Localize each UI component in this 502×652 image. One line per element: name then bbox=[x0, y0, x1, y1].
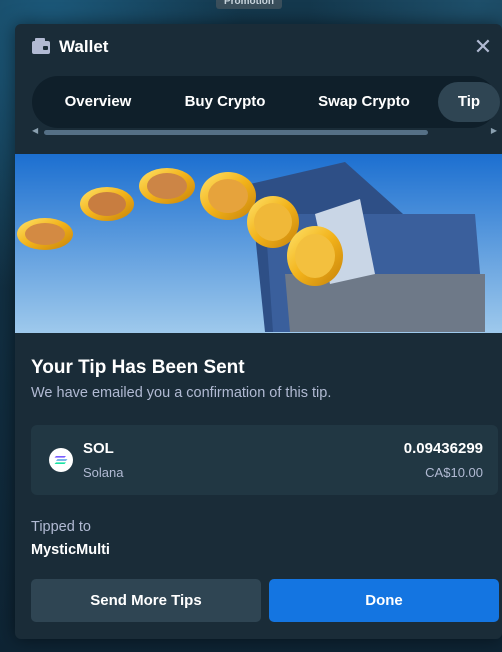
tipped-to-label: Tipped to bbox=[31, 519, 91, 535]
scroll-right-icon[interactable]: ▶ bbox=[491, 126, 497, 135]
promotion-tag: Promotion bbox=[216, 0, 282, 9]
currency-symbol: SOL bbox=[83, 440, 114, 457]
send-more-tips-button[interactable]: Send More Tips bbox=[31, 579, 261, 622]
done-button[interactable]: Done bbox=[269, 579, 499, 622]
tab-swap-crypto[interactable]: Swap Crypto bbox=[294, 82, 434, 122]
tab-buy-crypto[interactable]: Buy Crypto bbox=[162, 82, 288, 122]
scrollbar-thumb[interactable] bbox=[44, 130, 428, 135]
wallet-modal: Wallet ✕ Overview Buy Crypto Swap Crypto… bbox=[15, 24, 502, 639]
close-icon[interactable]: ✕ bbox=[472, 36, 494, 58]
recipient-name: MysticMulti bbox=[31, 542, 110, 558]
modal-header: Wallet ✕ bbox=[15, 24, 502, 70]
solana-icon bbox=[49, 448, 73, 472]
tab-tip[interactable]: Tip bbox=[438, 82, 500, 122]
modal-title: Wallet bbox=[59, 37, 109, 56]
tab-overview[interactable]: Overview bbox=[40, 82, 156, 122]
tip-fiat-amount: CA$10.00 bbox=[425, 465, 483, 480]
confirmation-title: Your Tip Has Been Sent bbox=[31, 357, 245, 378]
scroll-left-icon[interactable]: ◀ bbox=[32, 126, 38, 135]
confirmation-subtitle: We have emailed you a confirmation of th… bbox=[31, 385, 332, 401]
tabs-scrollbar[interactable]: ◀ ▶ bbox=[32, 126, 497, 135]
wallet-tabs: Overview Buy Crypto Swap Crypto Tip bbox=[32, 76, 500, 128]
tip-summary-card: SOL Solana 0.09436299 CA$10.00 bbox=[31, 425, 498, 495]
tip-amount: 0.09436299 bbox=[403, 440, 483, 457]
hero-illustration bbox=[15, 154, 502, 333]
wallet-icon bbox=[32, 38, 50, 54]
currency-name: Solana bbox=[83, 465, 124, 480]
